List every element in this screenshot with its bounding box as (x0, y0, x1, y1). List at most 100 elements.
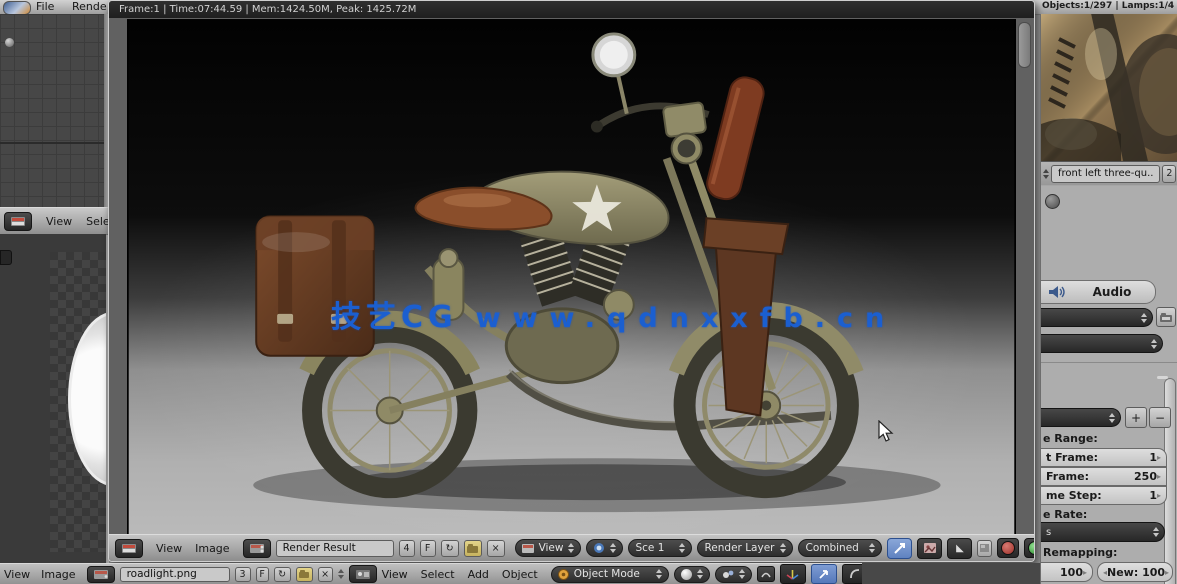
refresh-button[interactable]: ↻ (441, 540, 459, 557)
frame-rate-dropdown[interactable]: s (1041, 522, 1165, 542)
next-icon[interactable]: ▸ (1157, 472, 1161, 481)
users-count-button[interactable]: 3 (235, 567, 251, 582)
grid-axis-line (0, 142, 106, 144)
panel-tab-icon[interactable] (0, 250, 12, 265)
blender-logo-icon (3, 1, 31, 15)
refresh-button[interactable]: ↻ (274, 567, 291, 582)
uv-editor-header: View Selec (0, 207, 110, 235)
start-frame-field[interactable]: t Frame: 1 ▸ (1041, 448, 1167, 467)
stepper-icon[interactable] (1151, 339, 1157, 349)
render-footer: View Image Render Result 4 F ↻ × View (109, 534, 1034, 561)
pivot-dropdown[interactable] (715, 566, 752, 583)
display-dropdown[interactable] (1041, 308, 1153, 327)
save-image-button[interactable] (296, 567, 313, 582)
red-channel-button[interactable] (997, 538, 1019, 558)
stepper-icon[interactable] (697, 569, 703, 579)
stepper-icon[interactable] (739, 569, 745, 579)
translate-manipulator-button[interactable] (811, 564, 837, 584)
image-editor-type-icon[interactable] (115, 539, 143, 558)
rw-menu-image[interactable]: Image (195, 542, 229, 555)
stepper-icon[interactable] (338, 569, 344, 579)
file-browse-button[interactable] (1156, 307, 1176, 327)
audio-label: Audio (1069, 285, 1155, 299)
start-frame-value: 1 (1149, 451, 1157, 464)
viewport-object-dot (5, 38, 14, 47)
image-datablock-name[interactable]: Render Result (276, 540, 394, 557)
stepper-icon[interactable] (1043, 169, 1049, 179)
stepper-icon[interactable] (869, 543, 875, 553)
stepper-icon[interactable] (780, 543, 786, 553)
scene-dropdown[interactable]: Sce 1 (628, 539, 692, 557)
alpha-display-toggle[interactable]: ◣ (947, 538, 972, 559)
bb-menu-image[interactable]: Image (41, 568, 75, 581)
end-frame-field[interactable]: Frame: 250 ▸ (1041, 467, 1167, 486)
render-properties-body: Audio + − e Range: t Frame: (1041, 186, 1177, 584)
view-dd-label: View (539, 542, 564, 554)
render-scrollbar[interactable] (1018, 22, 1031, 68)
unlink-button[interactable]: × (318, 567, 333, 582)
vp-menu-view[interactable]: View (382, 568, 408, 581)
frame-step-field[interactable]: me Step: 1 ▸ (1041, 486, 1167, 505)
stepper-icon[interactable] (568, 543, 574, 553)
next-icon[interactable]: ▸ (1157, 491, 1161, 500)
next-icon[interactable]: ▸ (1157, 453, 1161, 462)
audio-button[interactable]: Audio (1041, 280, 1156, 304)
shading-dropdown[interactable] (674, 566, 710, 583)
remap-new-field[interactable]: ◂ New: 100 ▸ (1097, 562, 1173, 582)
vp-menu-select[interactable]: Select (421, 568, 455, 581)
remove-preset-button[interactable]: − (1149, 407, 1171, 428)
stepper-icon[interactable] (679, 543, 685, 553)
menu-file[interactable]: File (36, 0, 54, 13)
next-icon[interactable]: ▸ (1083, 568, 1087, 577)
remap-old-field[interactable]: 100 ▸ (1041, 562, 1093, 582)
next-icon[interactable]: ▸ (1165, 568, 1169, 577)
green-channel-button[interactable] (1024, 538, 1035, 558)
render-status-bar: Frame:1 | Time:07:44.59 | Mem:1424.50M, … (109, 1, 1034, 18)
vp-menu-object[interactable]: Object (502, 568, 538, 581)
render-pass-dropdown[interactable]: Combined (798, 539, 882, 557)
menu-render[interactable]: Rende (72, 0, 107, 13)
zbuffer-toggle[interactable] (977, 540, 992, 557)
render-layer-dropdown[interactable]: Render Layer (697, 539, 793, 557)
unlink-button[interactable]: × (487, 540, 505, 557)
camera-name-field[interactable]: front left three-qu.. (1051, 165, 1160, 183)
remap-new-value: New: 100 (1107, 566, 1165, 579)
uv-editor-canvas[interactable] (0, 234, 106, 563)
rw-menu-view[interactable]: View (156, 542, 182, 555)
render-presets-dropdown[interactable] (1041, 408, 1121, 427)
users-count-button[interactable]: 4 (399, 540, 415, 557)
stepper-icon[interactable] (610, 543, 616, 553)
uv-menu-view[interactable]: View (46, 215, 72, 228)
stepper-icon[interactable] (1153, 527, 1159, 537)
left-viewport[interactable] (0, 14, 106, 207)
stepper-icon[interactable] (1141, 313, 1147, 323)
draw-mode-toggle[interactable] (887, 538, 912, 559)
scene-dd-label: Sce 1 (635, 542, 674, 554)
camera-users-button[interactable]: 2 (1162, 165, 1176, 183)
bb-menu-view[interactable]: View (4, 568, 30, 581)
browse-image-icon[interactable] (243, 539, 271, 558)
browse-image-icon[interactable] (87, 566, 115, 583)
view-mode-dropdown[interactable]: View (515, 539, 582, 557)
device-dropdown[interactable] (1041, 334, 1163, 353)
vp-menu-add[interactable]: Add (468, 568, 489, 581)
add-preset-button[interactable]: + (1125, 407, 1147, 428)
header-empty-region (862, 563, 1040, 584)
image-datablock-name[interactable]: roadlight.png (120, 567, 230, 582)
mode-dropdown[interactable]: Object Mode (551, 566, 669, 583)
image-editor-type-icon[interactable] (4, 212, 32, 231)
image-paint-toggle[interactable] (917, 538, 942, 559)
frame-rate-value: s (1046, 527, 1051, 538)
fake-user-button[interactable]: F (256, 567, 269, 582)
stepper-icon[interactable] (1109, 413, 1115, 423)
prev-icon[interactable]: ◂ (1103, 568, 1107, 577)
watermark-url: www.qdnxxfb.cn (476, 303, 897, 334)
render-slot-dropdown[interactable] (586, 539, 623, 557)
save-image-button[interactable] (464, 540, 482, 557)
viewport-editor-type-icon[interactable] (349, 565, 377, 583)
snap-button[interactable] (757, 566, 775, 582)
render-window[interactable]: Frame:1 | Time:07:44.59 | Mem:1424.50M, … (108, 0, 1035, 562)
fake-user-button[interactable]: F (420, 540, 436, 557)
manipulator-axes-button[interactable] (780, 564, 806, 584)
stepper-icon[interactable] (656, 569, 662, 579)
